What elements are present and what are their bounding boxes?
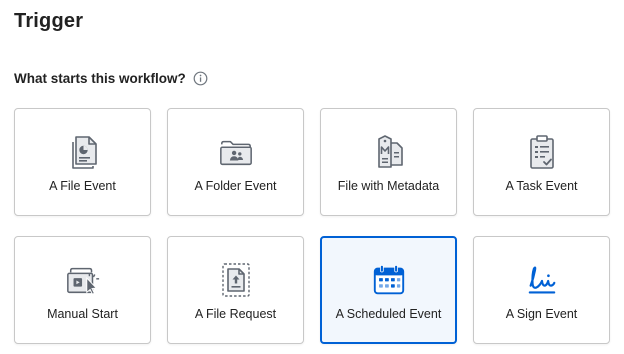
- file-event-icon: [65, 133, 101, 171]
- sign-icon: [524, 261, 560, 299]
- calendar-icon: [371, 261, 407, 299]
- workflow-question: What starts this workflow?: [14, 71, 208, 86]
- trigger-label: A Scheduled Event: [335, 307, 442, 321]
- task-event-icon: [524, 133, 560, 171]
- trigger-label: Manual Start: [47, 307, 118, 321]
- trigger-card-file-with-metadata[interactable]: File with Metadata: [320, 108, 457, 216]
- trigger-label: A Folder Event: [194, 179, 277, 193]
- trigger-label: File with Metadata: [337, 179, 440, 193]
- info-icon[interactable]: [193, 71, 208, 86]
- trigger-card-scheduled-event[interactable]: A Scheduled Event: [320, 236, 457, 344]
- metadata-icon: [371, 133, 407, 171]
- page-title: Trigger: [14, 10, 84, 32]
- trigger-card-file-event[interactable]: A File Event: [14, 108, 151, 216]
- trigger-card-manual-start[interactable]: Manual Start: [14, 236, 151, 344]
- trigger-label: A File Request: [194, 307, 277, 321]
- manual-start-icon: [65, 261, 101, 299]
- trigger-grid: A File Event A Folder Event File with Me…: [14, 108, 610, 344]
- trigger-label: A Sign Event: [505, 307, 578, 321]
- trigger-card-task-event[interactable]: A Task Event: [473, 108, 610, 216]
- trigger-card-folder-event[interactable]: A Folder Event: [167, 108, 304, 216]
- trigger-card-file-request[interactable]: A File Request: [167, 236, 304, 344]
- question-label: What starts this workflow?: [14, 71, 186, 86]
- trigger-card-sign-event[interactable]: A Sign Event: [473, 236, 610, 344]
- file-request-icon: [218, 261, 254, 299]
- folder-event-icon: [218, 133, 254, 171]
- trigger-label: A Task Event: [505, 179, 578, 193]
- trigger-label: A File Event: [49, 179, 116, 193]
